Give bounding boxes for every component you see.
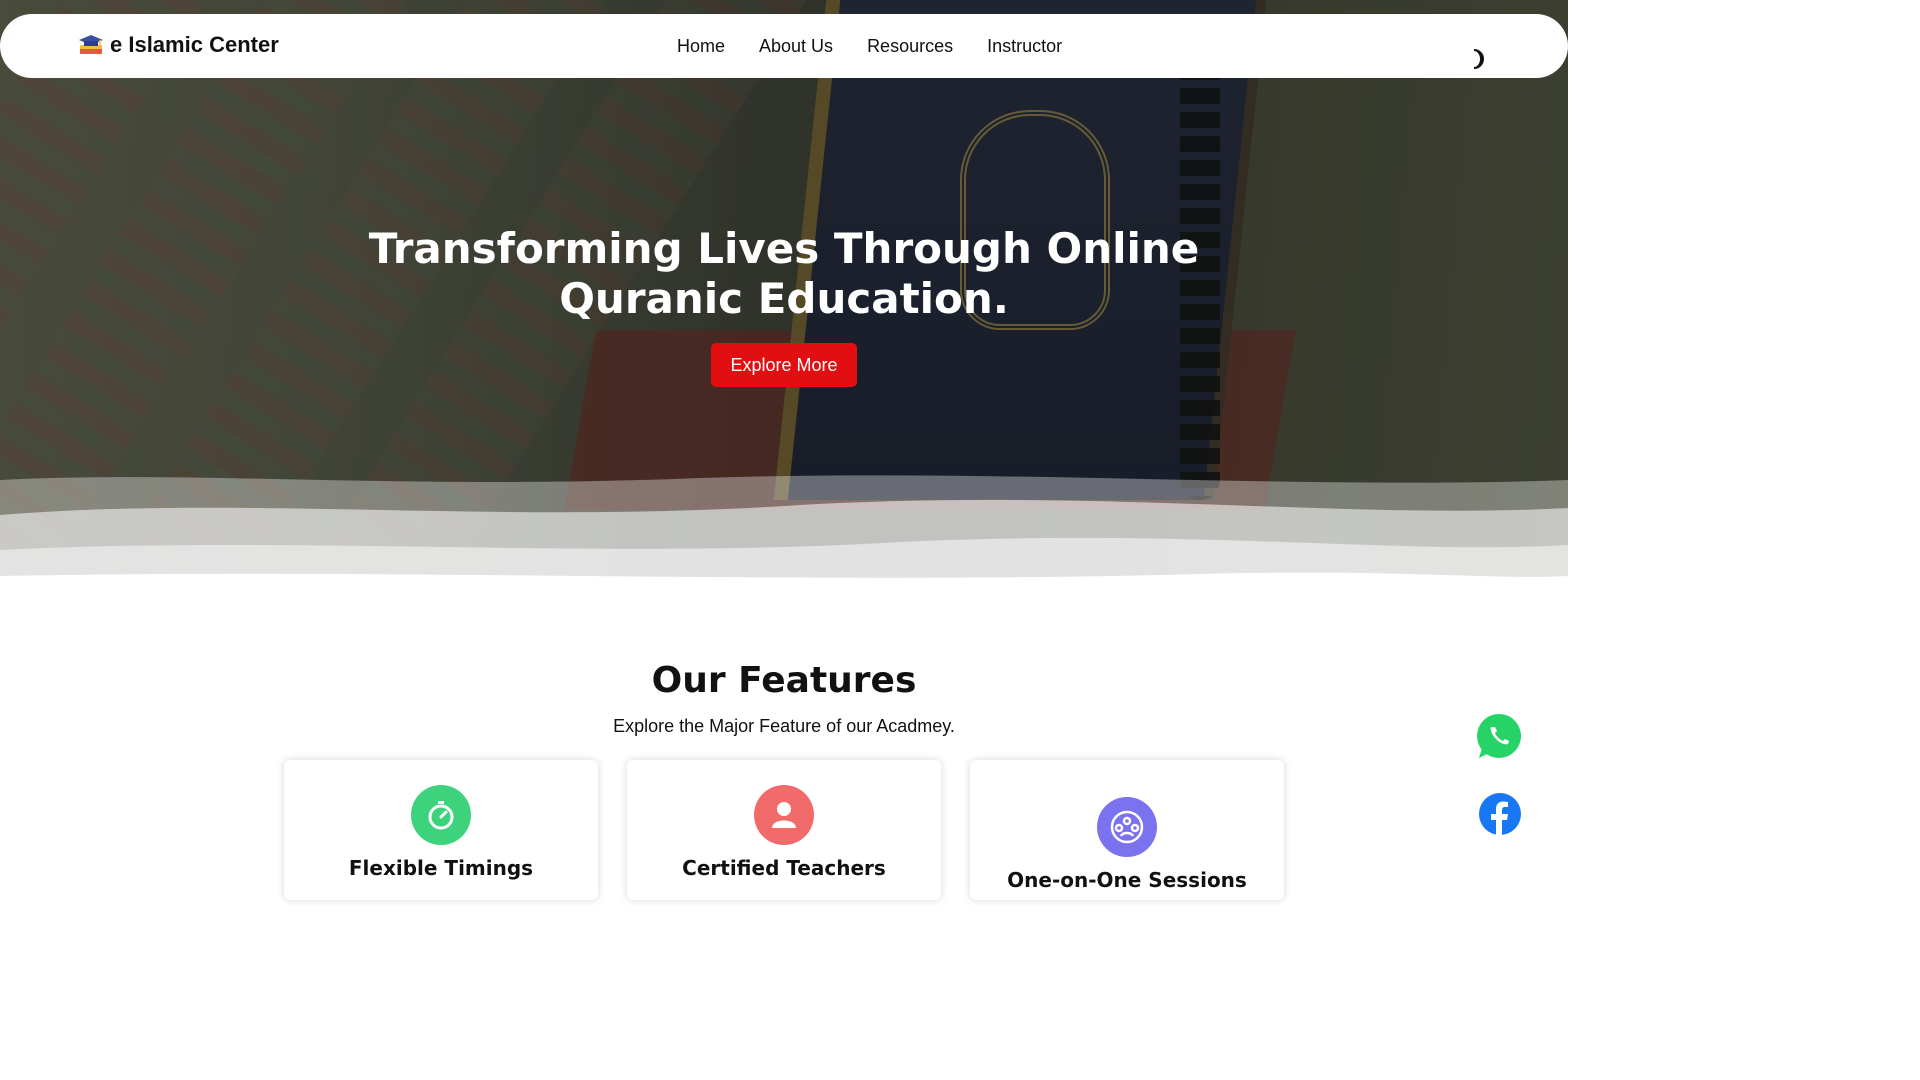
nav-instructor[interactable]: Instructor bbox=[987, 36, 1062, 57]
site-logo[interactable]: e Islamic Center bbox=[78, 32, 279, 58]
feature-card-flexible-timings[interactable]: Flexible Timings bbox=[284, 760, 598, 900]
features-title: Our Features bbox=[651, 660, 917, 701]
nav-resources[interactable]: Resources bbox=[867, 36, 953, 57]
moon-icon[interactable] bbox=[1464, 46, 1490, 72]
stopwatch-icon bbox=[411, 785, 471, 845]
nav-home[interactable]: Home bbox=[677, 36, 725, 57]
hero-title: Transforming Lives Through Online Qurani… bbox=[368, 224, 1200, 323]
nav-links: Home About Us Resources Instructor bbox=[677, 36, 1062, 57]
features-subtitle: Explore the Major Feature of our Acadmey… bbox=[613, 716, 955, 736]
feature-card-one-on-one-sessions[interactable]: One-on-One Sessions bbox=[970, 760, 1284, 900]
top-navbar: e Islamic Center Home About Us Resources… bbox=[0, 14, 1568, 78]
feature-card-certified-teachers[interactable]: Certified Teachers bbox=[627, 760, 941, 900]
feature-card-title: One-on-One Sessions bbox=[1007, 868, 1247, 892]
feature-card-title: Certified Teachers bbox=[682, 856, 886, 880]
explore-more-button[interactable]: Explore More bbox=[711, 343, 857, 387]
group-session-icon bbox=[1097, 797, 1157, 857]
feature-card-title: Flexible Timings bbox=[348, 856, 534, 880]
whatsapp-icon[interactable] bbox=[1471, 708, 1527, 764]
graduation-cap-icon bbox=[78, 33, 104, 57]
hero-wave bbox=[0, 475, 1568, 585]
nav-about-us[interactable]: About Us bbox=[759, 36, 833, 57]
logo-text: e Islamic Center bbox=[110, 32, 279, 57]
facebook-icon[interactable] bbox=[1478, 792, 1522, 836]
teacher-icon bbox=[754, 785, 814, 845]
